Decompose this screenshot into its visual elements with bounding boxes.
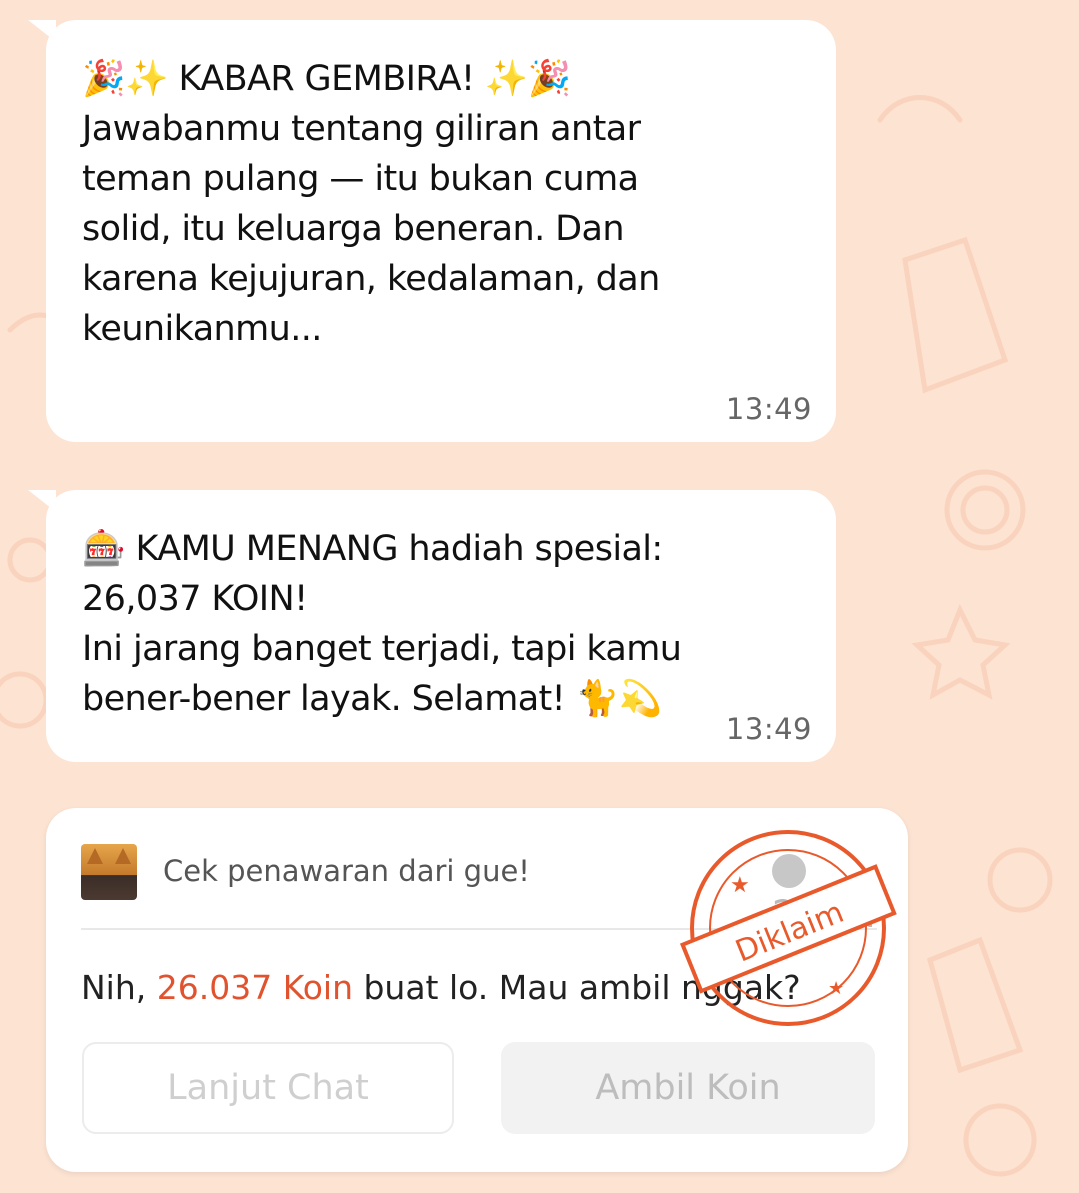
coin-offer-card: Cek penawaran dari gue! 2.604 Nih, 26.03… <box>46 808 908 1172</box>
bubble-tail <box>28 20 56 42</box>
bubble-tail <box>28 490 56 512</box>
message-bubble-1: 🎉✨ KABAR GEMBIRA! ✨🎉 Jawabanmu tentang g… <box>28 20 836 442</box>
message-time: 13:49 <box>725 392 812 426</box>
avatar <box>81 844 137 900</box>
offer-prefix: Nih, <box>81 968 157 1007</box>
continue-chat-button[interactable]: Lanjut Chat <box>82 1042 454 1134</box>
message-text: 🎉✨ KABAR GEMBIRA! ✨🎉 Jawabanmu tentang g… <box>82 59 660 349</box>
offer-card-title: Cek penawaran dari gue! <box>163 854 530 888</box>
offer-amount: 26.037 Koin <box>156 968 353 1007</box>
star-icon: ★ <box>828 978 844 999</box>
message-bubble-2: 🎰 KAMU MENANG hadiah spesial: 26,037 KOI… <box>28 490 836 762</box>
star-icon: ★ <box>730 873 750 898</box>
claimed-stamp: Diklaim ★ ★ <box>679 830 897 1026</box>
claim-coins-button[interactable]: Ambil Koin <box>501 1042 875 1134</box>
message-time: 13:49 <box>725 712 812 746</box>
message-text: 🎰 KAMU MENANG hadiah spesial: 26,037 KOI… <box>82 529 682 719</box>
